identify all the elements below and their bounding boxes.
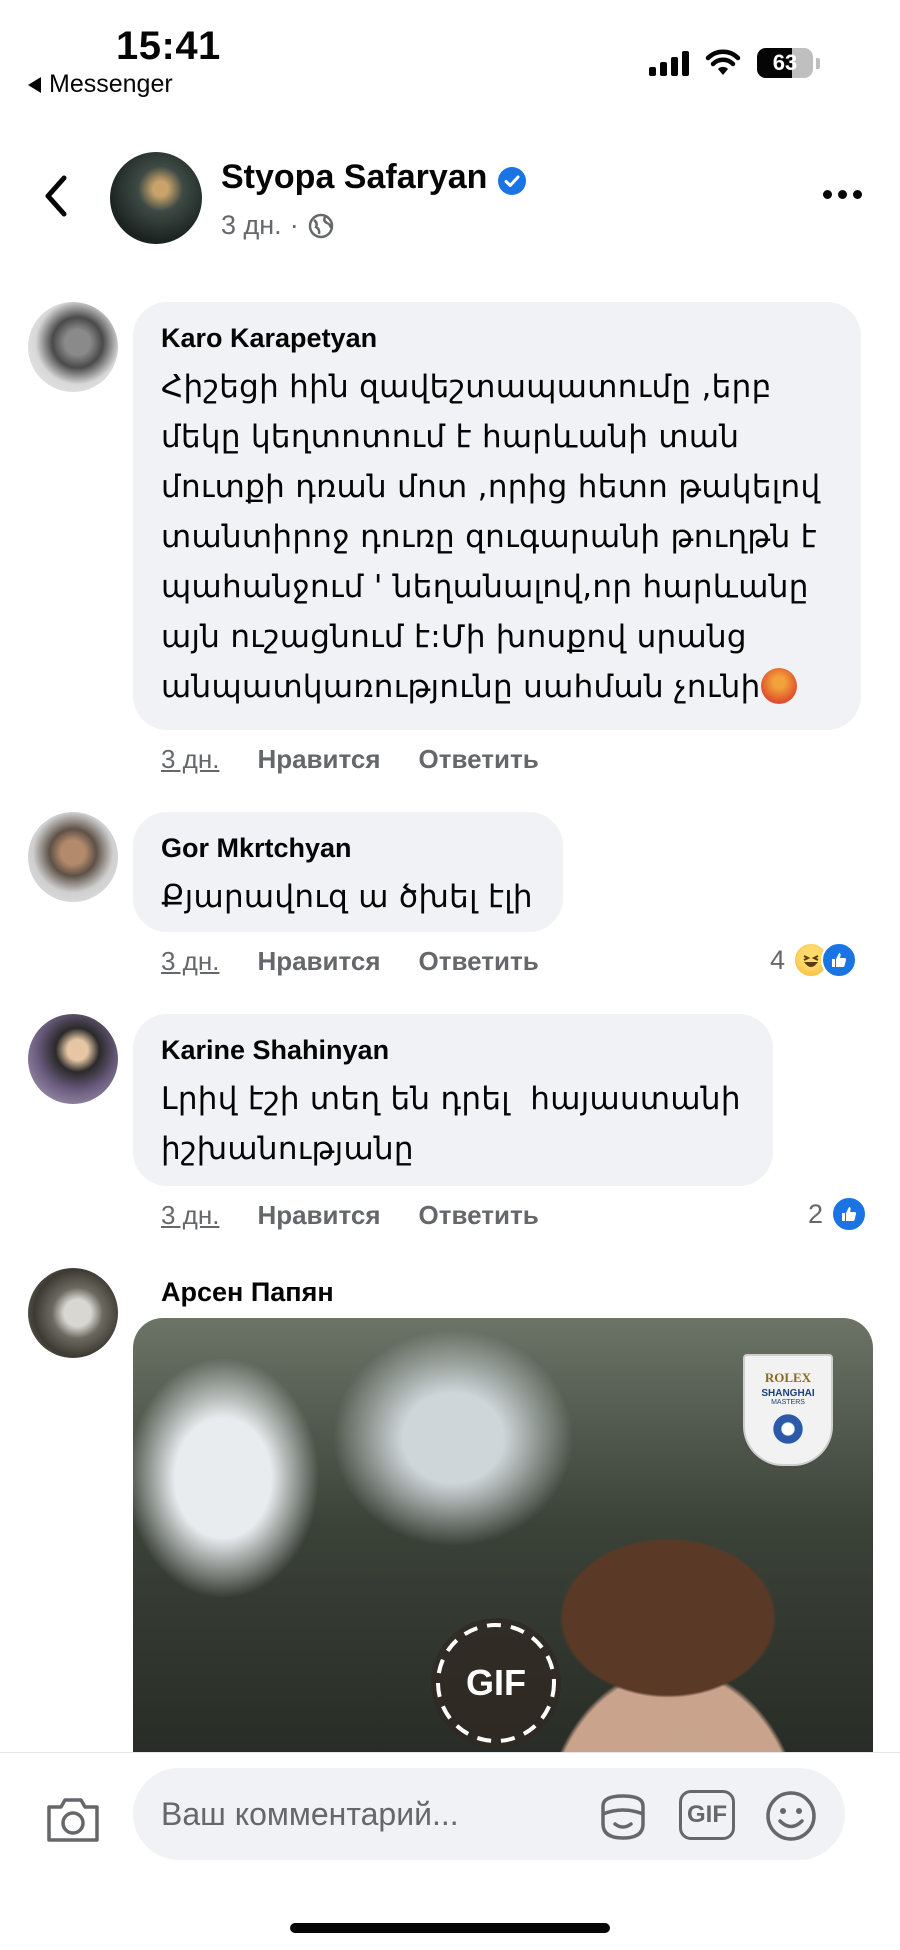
comment-line: մեկը կեղտոտում է հարևանի տան	[161, 419, 740, 455]
comment-line: պահանջում ' նեղանալով,որ հարևանը	[161, 569, 809, 605]
battery-percent: 63	[772, 50, 798, 75]
reply-button[interactable]: Ответить	[419, 946, 539, 977]
comment-actions: 3 дн. Нравится Ответить	[161, 1200, 539, 1231]
like-reaction-icon	[831, 1196, 868, 1232]
commenter-avatar[interactable]	[28, 302, 118, 392]
like-reaction-icon	[821, 942, 858, 978]
more-options-icon[interactable]	[823, 190, 862, 199]
verified-badge-icon	[498, 167, 526, 195]
reaction-summary[interactable]: 4	[770, 942, 858, 978]
comment-time[interactable]: 3 дн.	[161, 744, 219, 775]
comment-line: մուտքի դռան մոտ ,որից հետո թակելով	[161, 469, 821, 505]
comment-time[interactable]: 3 дн.	[161, 1200, 219, 1231]
commenter-avatar[interactable]	[28, 812, 118, 902]
comment-text: Հիշեցի հին զավեշտապատումը ,երբ մեկը կեղտ…	[161, 362, 833, 712]
reply-button[interactable]: Ответить	[419, 744, 539, 775]
comment-author[interactable]: Karo Karapetyan	[161, 320, 833, 356]
comment-bubble: Karine Shahinyan Լրիվ էշի տեղ են դրել հա…	[133, 1014, 773, 1186]
comment-line: անպատկառությունը սահման չունի	[161, 669, 761, 705]
gif-badge-label: GIF	[466, 1662, 526, 1703]
back-to-app-link[interactable]: Messenger	[28, 70, 173, 99]
battery-cap	[816, 57, 820, 69]
status-icons: 63	[649, 48, 820, 78]
comment-text: Քյարավուզ ա ծխել էլի	[161, 872, 535, 922]
wifi-icon	[705, 49, 741, 75]
post-time: 3 дн.	[221, 210, 282, 240]
reaction-count: 4	[770, 944, 786, 975]
comment-input-pill[interactable]: GIF	[133, 1768, 845, 1860]
comment-bubble: Gor Mkrtchyan Քյարավուզ ա ծխել էլի	[133, 812, 563, 932]
logo-line: ROLEX	[764, 1370, 812, 1385]
status-time: 15:41	[116, 24, 221, 68]
meta-separator: ·	[289, 210, 299, 240]
back-app-label: Messenger	[49, 70, 173, 98]
gif-attachment[interactable]: ROLEX SHANGHAI MASTERS GIF	[133, 1318, 873, 1778]
logo-line: SHANGHAI	[761, 1388, 815, 1399]
comment-line: Հիշեցի հին զավեշտապատումը ,երբ	[161, 369, 772, 405]
camera-icon[interactable]	[44, 1793, 102, 1845]
gif-button[interactable]: GIF	[679, 1790, 735, 1840]
back-triangle-icon	[28, 76, 41, 93]
commenter-avatar[interactable]	[28, 1268, 118, 1358]
commenter-avatar[interactable]	[28, 1014, 118, 1104]
back-chevron-icon[interactable]	[36, 172, 76, 220]
globe-icon	[308, 213, 333, 238]
comment-line: տանտիրոջ դուռը զուգարանի թուղթն է	[161, 519, 817, 555]
comment-time[interactable]: 3 дн.	[161, 946, 219, 977]
tournament-logo: ROLEX SHANGHAI MASTERS	[743, 1354, 833, 1466]
reaction-count: 2	[808, 1198, 824, 1229]
comment-line: իշխանությանը	[161, 1131, 414, 1167]
angry-emoji-icon	[760, 667, 797, 704]
comment-line: Լրիվ էշի տեղ են դրել հայաստանի	[161, 1081, 741, 1117]
comment-author[interactable]: Арсен Папян	[161, 1277, 334, 1308]
comment-actions: 3 дн. Нравится Ответить	[161, 744, 539, 775]
home-indicator	[290, 1923, 610, 1933]
gif-play-badge[interactable]: GIF	[431, 1618, 561, 1748]
comment-actions: 3 дн. Нравится Ответить	[161, 946, 539, 977]
battery-icon: 63	[757, 48, 813, 78]
post-meta: 3 дн. ·	[221, 210, 335, 241]
comment-line: այն ուշացնում է:Մի խոսքով սրանց	[161, 619, 747, 655]
logo-line: MASTERS	[771, 1399, 805, 1406]
cellular-signal-icon	[649, 50, 689, 76]
reply-button[interactable]: Ответить	[419, 1200, 539, 1231]
sticker-icon[interactable]	[595, 1788, 651, 1844]
like-button[interactable]: Нравится	[257, 744, 380, 775]
comment-composer: GIF	[0, 1752, 900, 1950]
post-author-name[interactable]: Styopa Safaryan	[221, 158, 487, 197]
comment-author[interactable]: Karine Shahinyan	[161, 1032, 745, 1068]
comment-bubble: Karo Karapetyan Հիշեցի հին զավեշտապատում…	[133, 302, 861, 730]
comment-line: Քյարավուզ ա ծխել էլի	[161, 879, 533, 915]
post-author-avatar[interactable]	[110, 152, 202, 244]
magnolia-logo-icon	[771, 1412, 805, 1446]
reaction-summary[interactable]: 2	[808, 1196, 868, 1232]
comment-line-last: անպատկառությունը սահման չունի	[161, 662, 833, 712]
like-button[interactable]: Нравится	[257, 946, 380, 977]
like-button[interactable]: Нравится	[257, 1200, 380, 1231]
comment-input[interactable]	[161, 1792, 581, 1836]
comment-text: Լրիվ էշի տեղ են դրել հայաստանի իշխանությ…	[161, 1074, 745, 1174]
emoji-icon[interactable]	[763, 1788, 819, 1844]
comment-author[interactable]: Gor Mkrtchyan	[161, 830, 535, 866]
